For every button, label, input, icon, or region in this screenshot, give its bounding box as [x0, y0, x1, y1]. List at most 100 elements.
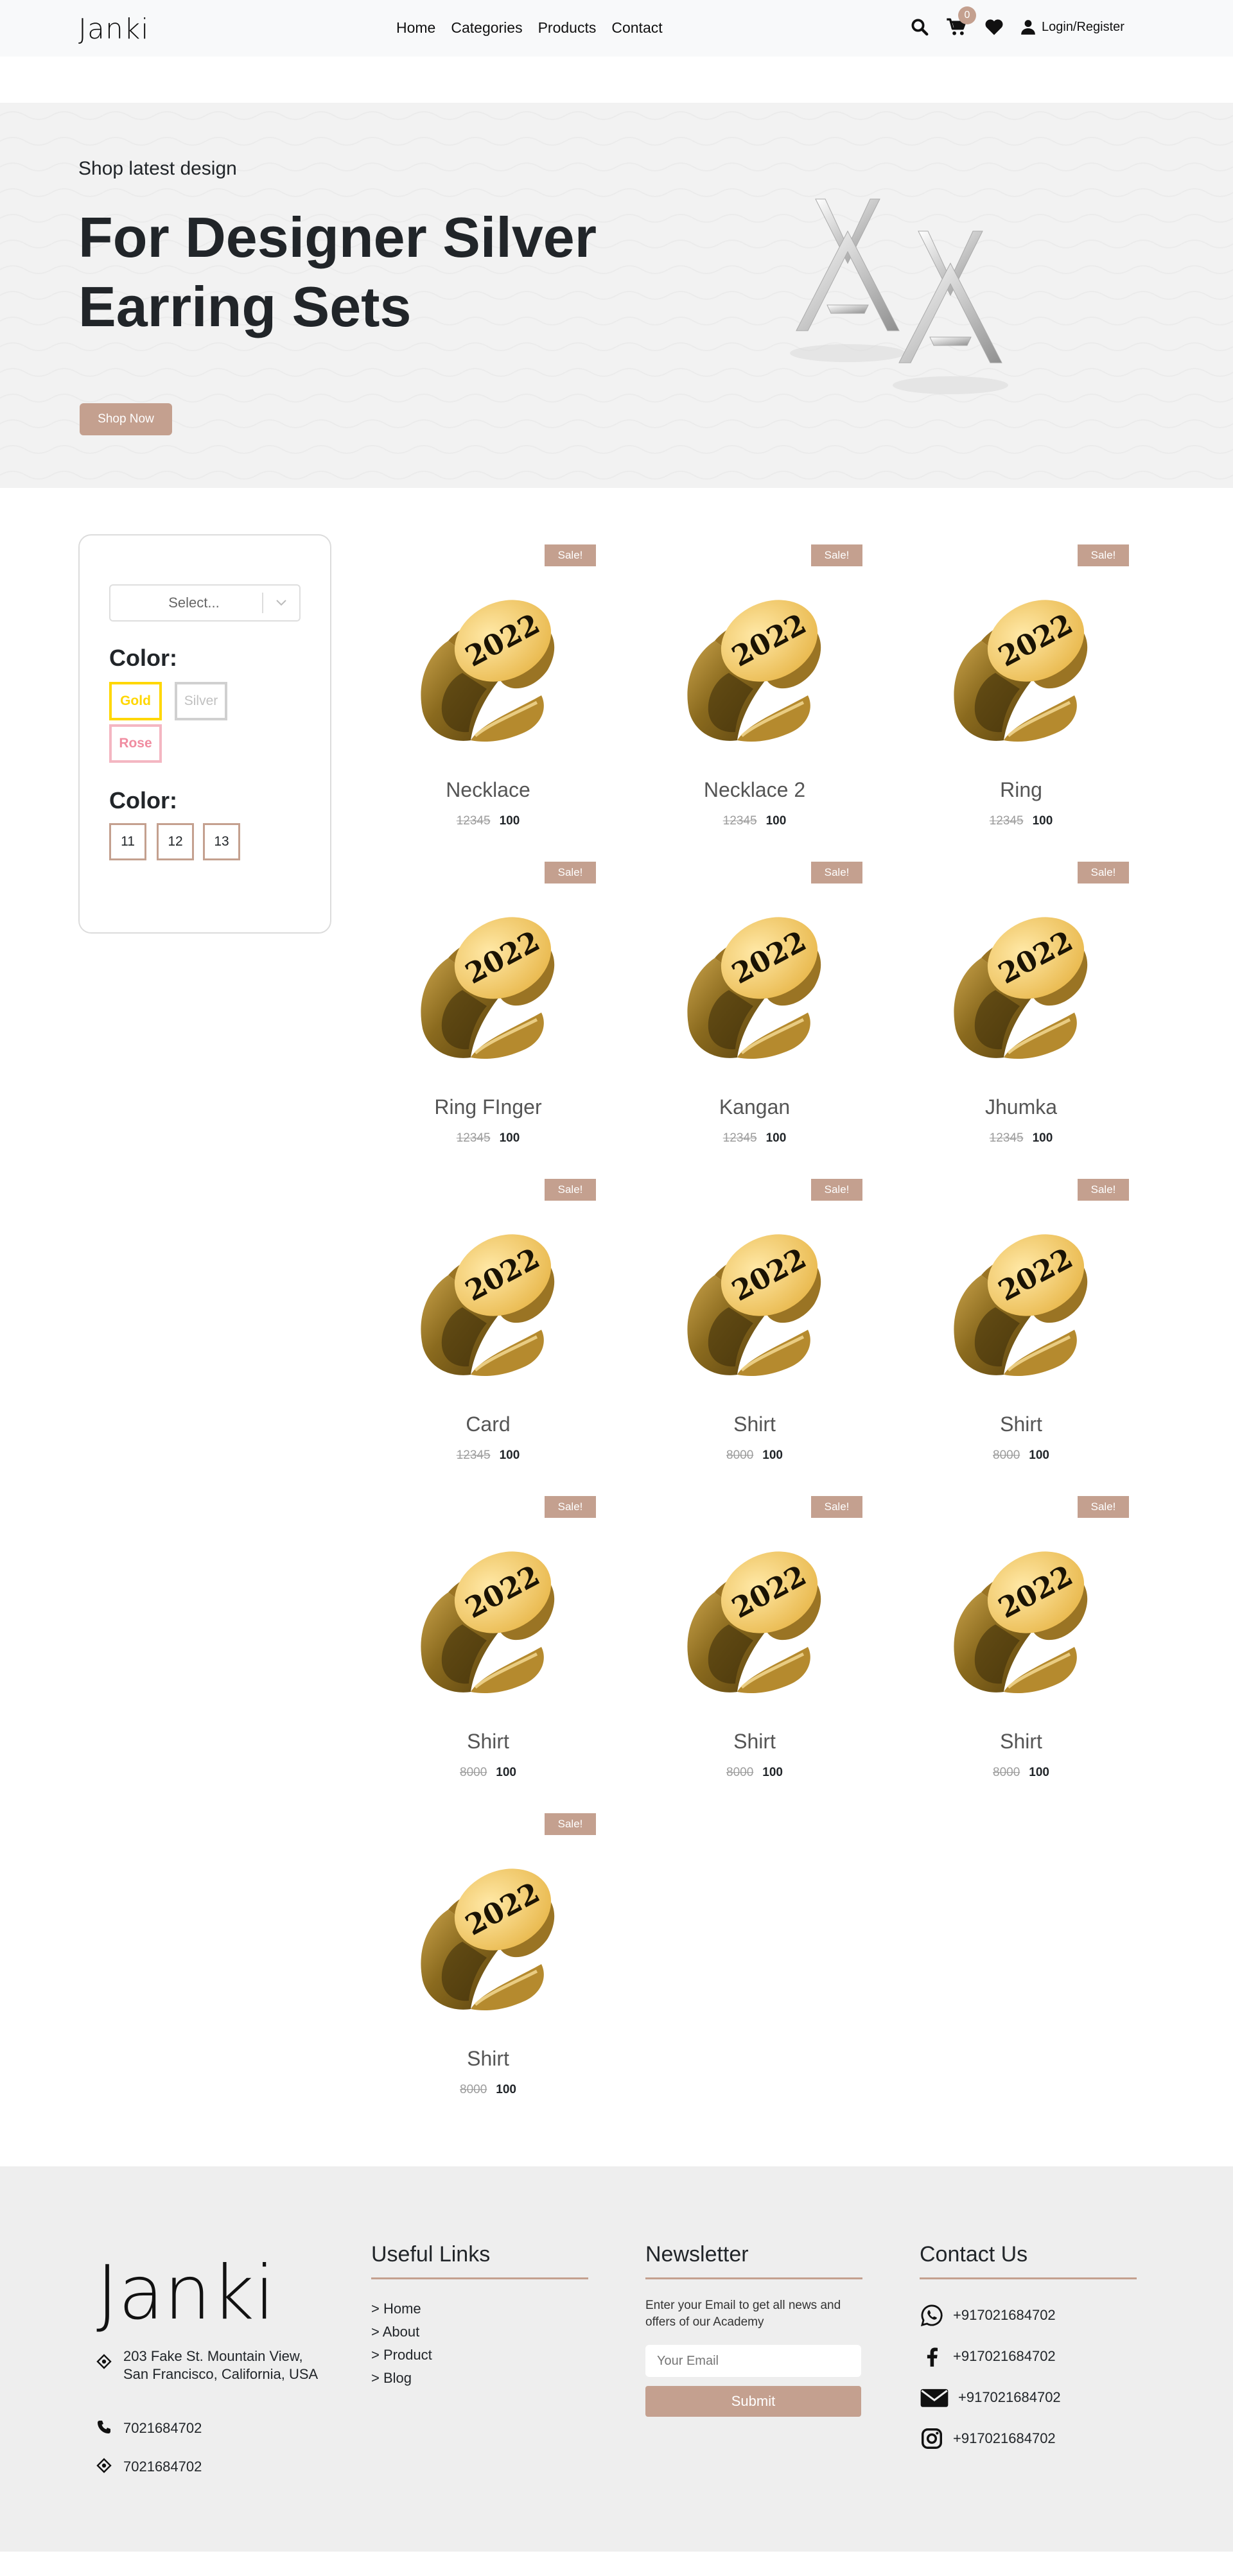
product-name[interactable]: Shirt [626, 1413, 883, 1436]
product-card[interactable]: Sale! 2022 Shirt 8000 100 [893, 1486, 1150, 1800]
user-icon [1021, 20, 1035, 35]
nav-contact[interactable]: Contact [611, 19, 662, 37]
footer-phone: 7021684702 [96, 2419, 202, 2437]
product-old-price: 12345 [456, 1449, 491, 1462]
silver-earrings-image [790, 198, 1008, 394]
location-diamond-icon [96, 2458, 112, 2473]
site-logo[interactable]: Janki [78, 13, 150, 46]
contact-instagram[interactable]: +917021684702 [920, 2418, 1137, 2459]
whatsapp-icon [920, 2304, 943, 2327]
category-select[interactable]: Select... [109, 584, 301, 622]
product-old-price: 8000 [993, 1449, 1020, 1462]
useful-links-list: > Home > About > Product > Blog [371, 2297, 588, 2390]
size-option-11[interactable]: 11 [109, 823, 146, 860]
product-card[interactable]: Sale! 2022 Shirt 8000 100 [360, 1486, 616, 1800]
product-name[interactable]: Shirt [626, 1730, 883, 1754]
site-header: Janki Home Categories Products Contact 0… [0, 0, 1233, 57]
color-swatch-silver[interactable]: Silver [175, 682, 227, 720]
product-old-price: 12345 [989, 814, 1024, 828]
contact-facebook[interactable]: +917021684702 [920, 2336, 1137, 2377]
product-old-price: 12345 [456, 814, 491, 828]
size-option-12[interactable]: 12 [157, 823, 194, 860]
site-footer: Janki 203 Fake St. Mountain View, San Fr… [0, 2166, 1233, 2552]
newsletter-email-input[interactable] [645, 2345, 861, 2377]
phone-icon [98, 2421, 110, 2433]
nav-products[interactable]: Products [538, 19, 597, 37]
facebook-icon [927, 2347, 938, 2367]
product-card[interactable]: Sale! 2022 Shirt 8000 100 [626, 1169, 883, 1483]
product-card[interactable]: Sale! 2022 Shirt 8000 100 [893, 1169, 1150, 1483]
size-option-13[interactable]: 13 [203, 823, 240, 860]
bottom-strip [0, 2552, 1233, 2576]
hero-banner: Shop latest design For Designer Silver E… [0, 103, 1233, 488]
product-name[interactable]: Necklace 2 [626, 778, 883, 802]
contact-whatsapp[interactable]: +917021684702 [920, 2295, 1137, 2336]
sale-badge: Sale! [811, 544, 862, 566]
login-register-link[interactable]: Login/Register [1020, 19, 1124, 35]
heart-icon [985, 19, 1003, 35]
hero-title: For Designer Silver Earring Sets [78, 205, 597, 338]
gold-signet-ring-image: 2022 [687, 917, 821, 1059]
product-old-price: 12345 [989, 1131, 1024, 1145]
product-sale-price: 100 [499, 814, 520, 828]
product-sale-price: 100 [499, 1131, 520, 1145]
nav-home[interactable]: Home [396, 19, 435, 37]
product-sale-price: 100 [499, 1449, 520, 1462]
footer-link-product[interactable]: > Product [371, 2344, 588, 2367]
shop-now-button[interactable]: Shop Now [80, 403, 172, 435]
product-price: 8000 100 [626, 1449, 883, 1463]
sale-badge: Sale! [811, 862, 862, 883]
product-card[interactable]: Sale! 2022 Necklace 2 12345 100 [626, 534, 883, 849]
product-name[interactable]: Shirt [360, 1730, 616, 1754]
color-swatch-gold[interactable]: Gold [109, 682, 162, 720]
product-card[interactable]: Sale! 2022 Kangan 12345 100 [626, 851, 883, 1166]
search-icon [911, 19, 929, 36]
product-card[interactable]: Sale! 2022 Shirt 8000 100 [626, 1486, 883, 1800]
product-old-price: 8000 [726, 1766, 754, 1779]
product-card[interactable]: Sale! 2022 Shirt 8000 100 [360, 1803, 616, 2118]
product-old-price: 12345 [456, 1131, 491, 1145]
product-name[interactable]: Shirt [893, 1730, 1150, 1754]
product-card[interactable]: Sale! 2022 Ring FInger 12345 100 [360, 851, 616, 1166]
footer-phone-text[interactable]: 7021684702 [123, 2419, 202, 2437]
contact-mail[interactable]: +917021684702 [920, 2377, 1137, 2418]
product-card[interactable]: Sale! 2022 Ring 12345 100 [893, 534, 1150, 849]
gold-signet-ring-image: 2022 [687, 600, 821, 742]
footer-link-blog[interactable]: > Blog [371, 2367, 588, 2390]
gold-signet-ring-image: 2022 [421, 600, 555, 742]
product-price: 12345 100 [360, 1449, 616, 1463]
contact-mail-text: +917021684702 [958, 2389, 1061, 2405]
search-button[interactable] [907, 14, 932, 40]
sale-badge: Sale! [811, 1179, 862, 1201]
product-name[interactable]: Kangan [626, 1095, 883, 1119]
product-name[interactable]: Necklace [360, 778, 616, 802]
chevron-down-icon [263, 599, 299, 607]
newsletter-submit-button[interactable]: Submit [645, 2386, 861, 2417]
contact-whatsapp-text: +917021684702 [953, 2307, 1056, 2323]
gold-signet-ring-image: 2022 [954, 1234, 1088, 1377]
instagram-icon [922, 2428, 942, 2449]
product-sale-price: 100 [762, 1766, 783, 1779]
product-card[interactable]: Sale! 2022 Card 12345 100 [360, 1169, 616, 1483]
product-name[interactable]: Card [360, 1413, 616, 1436]
cart-button[interactable]: 0 [944, 6, 976, 40]
product-card[interactable]: Sale! 2022 Necklace 12345 100 [360, 534, 616, 849]
product-name[interactable]: Jhumka [893, 1095, 1150, 1119]
nav-categories[interactable]: Categories [451, 19, 522, 37]
product-price: 12345 100 [626, 814, 883, 828]
product-card[interactable]: Sale! 2022 Jhumka 12345 100 [893, 851, 1150, 1166]
color-swatch-rose[interactable]: Rose [109, 724, 162, 763]
footer-phone-2-text[interactable]: 7021684702 [123, 2458, 202, 2476]
gold-signet-ring-image: 2022 [687, 1234, 821, 1377]
product-name[interactable]: Ring FInger [360, 1095, 616, 1119]
wishlist-button[interactable] [981, 14, 1007, 40]
footer-link-home[interactable]: > Home [371, 2297, 588, 2320]
product-price: 12345 100 [893, 814, 1150, 828]
size-filter-heading: Color: [109, 787, 177, 814]
product-name[interactable]: Shirt [360, 2047, 616, 2071]
product-price: 12345 100 [360, 1131, 616, 1145]
product-name[interactable]: Shirt [893, 1413, 1150, 1436]
product-name[interactable]: Ring [893, 778, 1150, 802]
footer-link-about[interactable]: > About [371, 2320, 588, 2344]
product-sale-price: 100 [1029, 1766, 1049, 1779]
